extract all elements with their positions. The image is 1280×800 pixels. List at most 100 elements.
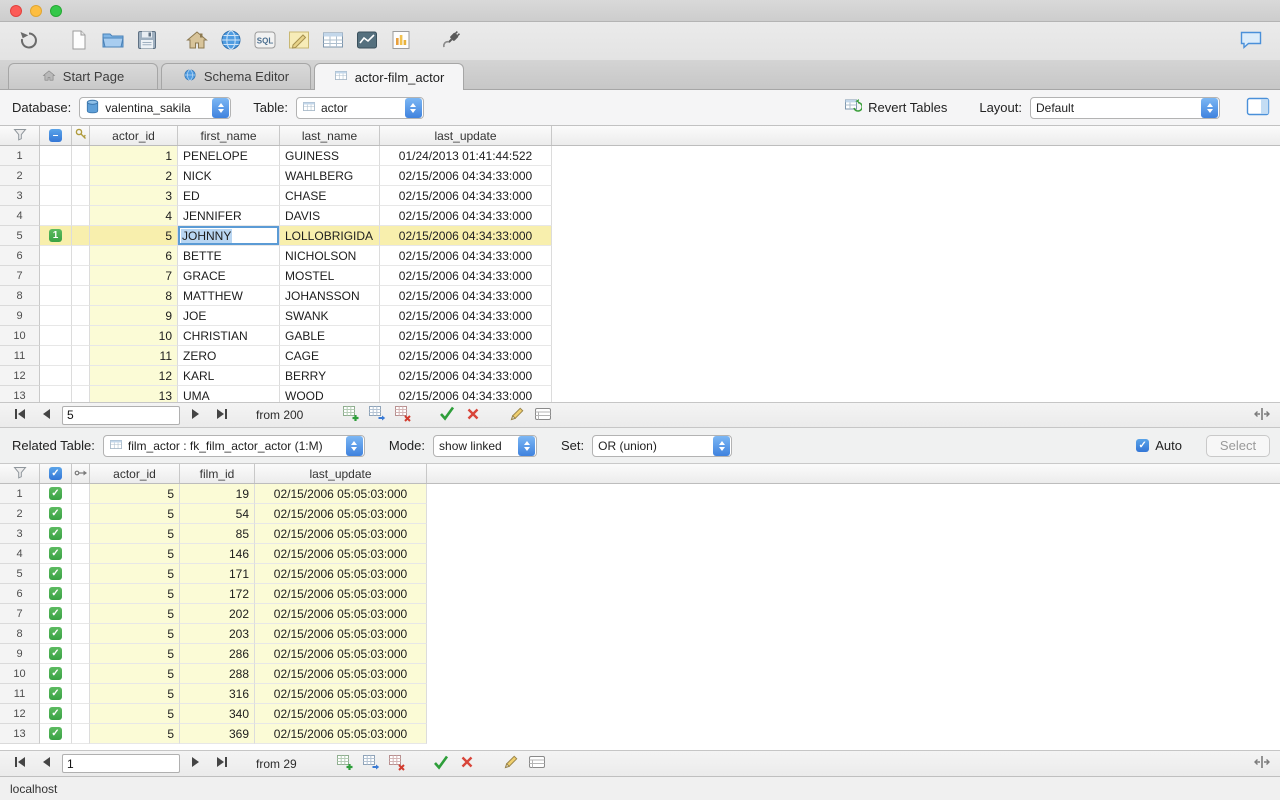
main-grid-row[interactable]: 33EDCHASE02/15/2006 04:34:33:000	[0, 186, 552, 206]
auto-checkbox-row[interactable]: ✓ Auto	[1136, 438, 1182, 453]
save-button[interactable]	[130, 26, 164, 56]
linked-check-icon[interactable]: ✓	[49, 607, 62, 620]
row-linked-checkbox-cell[interactable]: ✓	[40, 704, 72, 724]
edit-record-button[interactable]	[507, 406, 527, 424]
cell-actor-id[interactable]: 5	[90, 604, 180, 624]
cell-actor-id[interactable]: 5	[90, 504, 180, 524]
splitter-handle-button[interactable]	[1252, 406, 1272, 424]
new-document-button[interactable]	[62, 26, 96, 56]
main-grid-row[interactable]: 44JENNIFERDAVIS02/15/2006 04:34:33:000	[0, 206, 552, 226]
cell-actor-id[interactable]: 11	[90, 346, 178, 366]
tab-actor-film-actor[interactable]: actor-film_actor	[314, 63, 464, 90]
select-all-checkbox[interactable]: ✓	[49, 467, 62, 480]
linked-check-icon[interactable]: ✓	[49, 487, 62, 500]
cell-first-name[interactable]: JENNIFER	[178, 206, 280, 226]
cell-last-name[interactable]: CHASE	[280, 186, 380, 206]
cell-actor-id[interactable]: 13	[90, 386, 178, 402]
main-grid-row[interactable]: 1111ZEROCAGE02/15/2006 04:34:33:000	[0, 346, 552, 366]
related-grid-row[interactable]: 10✓528802/15/2006 05:05:03:000	[0, 664, 427, 684]
cell-last-update[interactable]: 02/15/2006 04:34:33:000	[380, 346, 552, 366]
diagram-button[interactable]	[282, 26, 316, 56]
column-header-actor-id[interactable]: actor_id	[90, 464, 180, 483]
select-all-header-cell[interactable]: –	[40, 126, 72, 145]
linked-check-icon[interactable]: ✓	[49, 567, 62, 580]
linked-check-icon[interactable]: ✓	[49, 587, 62, 600]
filter-header-cell[interactable]	[0, 126, 40, 145]
cell-first-name[interactable]: ZERO	[178, 346, 280, 366]
feedback-button[interactable]	[1234, 26, 1268, 56]
cell-last-update[interactable]: 02/15/2006 04:34:33:000	[380, 226, 552, 246]
cell-last-update[interactable]: 02/15/2006 05:05:03:000	[255, 584, 427, 604]
cell-actor-id[interactable]: 2	[90, 166, 178, 186]
row-marker-cell[interactable]	[40, 306, 72, 326]
zoom-window-button[interactable]	[50, 5, 62, 17]
cell-actor-id[interactable]: 5	[90, 624, 180, 644]
delete-record-button[interactable]	[393, 406, 413, 424]
cell-last-update[interactable]: 02/15/2006 04:34:33:000	[380, 306, 552, 326]
cell-last-update[interactable]: 02/15/2006 04:34:33:000	[380, 386, 552, 402]
row-number-cell[interactable]: 9	[0, 306, 40, 326]
cell-last-name[interactable]: BERRY	[280, 366, 380, 386]
cell-actor-id[interactable]: 5	[90, 684, 180, 704]
column-header-actor-id[interactable]: actor_id	[90, 126, 178, 145]
row-number-cell[interactable]: 6	[0, 246, 40, 266]
cell-last-name[interactable]: GABLE	[280, 326, 380, 346]
cell-film-id[interactable]: 85	[180, 524, 255, 544]
editing-cell-first-name[interactable]: JOHNNY	[178, 226, 280, 246]
row-number-cell[interactable]: 5	[0, 564, 40, 584]
last-record-button[interactable]	[212, 755, 232, 773]
related-grid-row[interactable]: 3✓58502/15/2006 05:05:03:000	[0, 524, 427, 544]
cell-actor-id[interactable]: 5	[90, 564, 180, 584]
cell-last-name[interactable]: WAHLBERG	[280, 166, 380, 186]
row-number-cell[interactable]: 3	[0, 186, 40, 206]
related-grid-row[interactable]: 7✓520202/15/2006 05:05:03:000	[0, 604, 427, 624]
row-number-cell[interactable]: 7	[0, 266, 40, 286]
row-number-cell[interactable]: 10	[0, 326, 40, 346]
main-grid-row[interactable]: 515JOHNNYLOLLOBRIGIDA02/15/2006 04:34:33…	[0, 226, 552, 246]
row-number-cell[interactable]: 11	[0, 684, 40, 704]
row-number-cell[interactable]: 4	[0, 544, 40, 564]
add-record-button[interactable]	[335, 755, 355, 773]
previous-record-button[interactable]	[36, 406, 56, 424]
select-all-checkbox[interactable]: –	[49, 129, 62, 142]
main-grid-row[interactable]: 99JOESWANK02/15/2006 04:34:33:000	[0, 306, 552, 326]
cell-actor-id[interactable]: 3	[90, 186, 178, 206]
cell-first-name[interactable]: BETTE	[178, 246, 280, 266]
linked-check-icon[interactable]: ✓	[49, 627, 62, 640]
cell-last-update[interactable]: 02/15/2006 04:34:33:000	[380, 326, 552, 346]
column-header-last-name[interactable]: last_name	[280, 126, 380, 145]
data-editor-button[interactable]	[316, 26, 350, 56]
main-grid-row[interactable]: 11PENELOPEGUINESS01/24/2013 01:41:44:522	[0, 146, 552, 166]
cell-film-id[interactable]: 203	[180, 624, 255, 644]
cell-last-name[interactable]: GUINESS	[280, 146, 380, 166]
cell-actor-id[interactable]: 5	[90, 664, 180, 684]
cancel-changes-button[interactable]	[457, 755, 477, 773]
cell-last-name[interactable]: JOHANSSON	[280, 286, 380, 306]
cell-last-name[interactable]: LOLLOBRIGIDA	[280, 226, 380, 246]
next-record-button[interactable]	[186, 406, 206, 424]
row-linked-checkbox-cell[interactable]: ✓	[40, 604, 72, 624]
cell-last-name[interactable]: WOOD	[280, 386, 380, 402]
auto-checkbox[interactable]: ✓	[1136, 439, 1149, 452]
cancel-changes-button[interactable]	[463, 406, 483, 424]
cell-actor-id[interactable]: 5	[90, 524, 180, 544]
accept-changes-button[interactable]	[437, 406, 457, 424]
column-header-film-id[interactable]: film_id	[180, 464, 255, 483]
row-marker-cell[interactable]	[40, 326, 72, 346]
related-grid-row[interactable]: 11✓531602/15/2006 05:05:03:000	[0, 684, 427, 704]
related-grid-row[interactable]: 6✓517202/15/2006 05:05:03:000	[0, 584, 427, 604]
cell-last-update[interactable]: 02/15/2006 05:05:03:000	[255, 484, 427, 504]
tab-start-page[interactable]: Start Page	[8, 63, 158, 89]
linked-check-icon[interactable]: ✓	[49, 527, 62, 540]
edit-record-button[interactable]	[501, 755, 521, 773]
cell-actor-id[interactable]: 12	[90, 366, 178, 386]
cell-actor-id[interactable]: 5	[90, 584, 180, 604]
cell-last-update[interactable]: 02/15/2006 04:34:33:000	[380, 166, 552, 186]
row-linked-checkbox-cell[interactable]: ✓	[40, 664, 72, 684]
cell-first-name[interactable]: NICK	[178, 166, 280, 186]
splitter-handle-button[interactable]	[1252, 755, 1272, 773]
row-linked-checkbox-cell[interactable]: ✓	[40, 684, 72, 704]
related-grid-row[interactable]: 9✓528602/15/2006 05:05:03:000	[0, 644, 427, 664]
cell-last-update[interactable]: 02/15/2006 05:05:03:000	[255, 604, 427, 624]
row-marker-cell[interactable]	[40, 386, 72, 402]
